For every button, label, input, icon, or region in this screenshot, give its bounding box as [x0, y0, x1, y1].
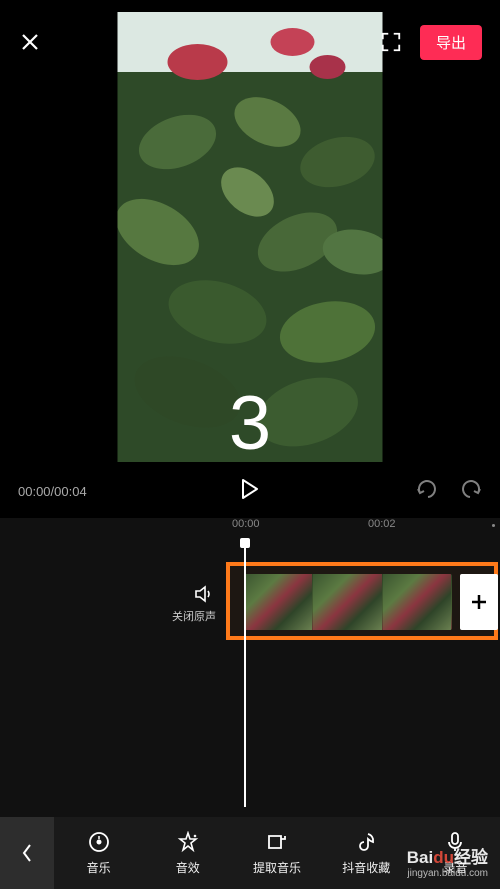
- redo-icon: [458, 479, 482, 499]
- fullscreen-button[interactable]: [380, 31, 402, 53]
- top-bar: 导出: [0, 20, 500, 64]
- tool-douyin-favorites[interactable]: 抖音收藏: [322, 830, 411, 876]
- video-clip[interactable]: [244, 574, 452, 630]
- close-button[interactable]: [18, 30, 42, 54]
- playhead[interactable]: [244, 540, 246, 807]
- play-button[interactable]: [241, 479, 259, 504]
- mute-original-button[interactable]: 关闭原声: [0, 584, 224, 624]
- add-clip-button[interactable]: [460, 574, 498, 630]
- ruler-tick: 00:02: [368, 518, 396, 530]
- time-display: 00:00/00:04: [18, 484, 87, 499]
- plus-icon: [469, 592, 489, 612]
- tool-extract-music[interactable]: 提取音乐: [232, 830, 321, 876]
- watermark: Baidu经验 jingyan.baidu.com: [407, 843, 488, 879]
- export-button[interactable]: 导出: [420, 25, 482, 60]
- tool-music[interactable]: 音乐: [54, 830, 143, 876]
- tool-label: 音乐: [87, 859, 111, 876]
- timeline[interactable]: 00:00 00:02 关闭原声: [0, 518, 500, 817]
- redo-button[interactable]: [458, 479, 482, 504]
- play-icon: [241, 479, 259, 499]
- clip-thumbnail: [383, 574, 452, 630]
- clip-thumbnail: [244, 574, 313, 630]
- ruler-tick: 00:00: [232, 518, 260, 530]
- tool-label: 抖音收藏: [342, 859, 390, 876]
- countdown-overlay: 3: [229, 386, 271, 462]
- tool-label: 提取音乐: [253, 859, 301, 876]
- mute-label: 关闭原声: [172, 608, 216, 624]
- expand-icon: [380, 31, 402, 53]
- undo-icon: [416, 479, 440, 499]
- video-preview[interactable]: 3: [118, 12, 383, 462]
- tool-label: 音效: [176, 859, 200, 876]
- douyin-icon: [355, 831, 377, 853]
- close-icon: [18, 30, 42, 54]
- tool-sound-effect[interactable]: 音效: [143, 830, 232, 876]
- clip-thumbnail: [313, 574, 382, 630]
- sound-effect-icon: [177, 831, 199, 853]
- timeline-ruler: 00:00 00:02: [0, 518, 500, 538]
- undo-button[interactable]: [416, 479, 440, 504]
- music-disc-icon: [88, 831, 110, 853]
- playback-bar: 00:00/00:04: [0, 476, 500, 506]
- chevron-left-icon: [21, 843, 33, 863]
- ruler-dot: [492, 524, 495, 527]
- speaker-icon: [194, 584, 216, 604]
- back-button[interactable]: [0, 817, 54, 889]
- extract-music-icon: [266, 831, 288, 853]
